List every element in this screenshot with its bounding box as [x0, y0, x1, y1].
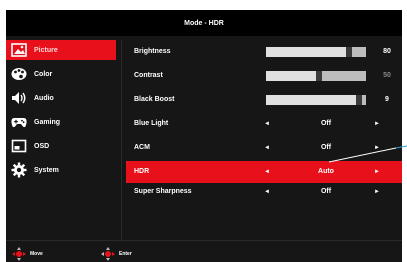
slider-handle[interactable] [346, 47, 352, 57]
navigation-joystick-icon [101, 247, 115, 261]
setting-value: Off [320, 188, 332, 195]
sidebar-item-label: System [34, 166, 59, 174]
footer-divider [6, 240, 402, 241]
arrow-left-icon[interactable]: ◄ [264, 181, 270, 203]
arrow-left-icon[interactable]: ◄ [264, 161, 270, 183]
brightness-slider[interactable] [266, 47, 366, 57]
sidebar-item-osd[interactable]: OSD [6, 136, 116, 156]
gear-icon [11, 162, 27, 178]
setting-label: HDR [134, 168, 150, 175]
slider-fill [266, 95, 356, 105]
setting-label: Super Sharpness [134, 188, 192, 195]
setting-value: Off [320, 144, 332, 151]
sidebar-item-color[interactable]: Color [6, 64, 116, 84]
enter-hint: Enter [101, 246, 132, 262]
sidebar-item-label: Color [34, 70, 53, 78]
setting-row-acm[interactable]: ACM ◄ Off ► [126, 137, 402, 159]
move-hint: Move [12, 246, 43, 262]
slider-fill [266, 47, 346, 57]
setting-label: Contrast [134, 72, 163, 79]
setting-row-blue-light[interactable]: Blue Light ◄ Off ► [126, 113, 402, 135]
setting-value: Off [320, 120, 332, 127]
setting-value: 50 [383, 72, 391, 79]
palette-icon [11, 66, 27, 82]
hint-label: Enter [119, 251, 132, 257]
sidebar-item-picture[interactable]: Picture [6, 40, 116, 60]
arrow-left-icon[interactable]: ◄ [264, 113, 270, 135]
setting-label: Brightness [134, 48, 171, 55]
arrow-right-icon[interactable]: ► [374, 181, 380, 203]
gamepad-icon [11, 114, 27, 130]
osd-window-icon [11, 138, 27, 154]
setting-row-super-sharpness[interactable]: Super Sharpness ◄ Off ► [126, 181, 402, 203]
navigation-joystick-icon [12, 247, 26, 261]
footer: Move Enter [6, 246, 402, 262]
setting-row-hdr[interactable]: HDR ◄ Auto ► [126, 161, 402, 183]
sidebar-item-gaming[interactable]: Gaming [6, 112, 116, 132]
sidebar-item-system[interactable]: System [6, 160, 116, 180]
arrow-left-icon[interactable]: ◄ [264, 137, 270, 159]
osd-menu: Mode - HDR Picture Color Audio Gaming OS… [6, 10, 402, 262]
slider-handle[interactable] [356, 95, 362, 105]
sidebar-item-label: Picture [34, 46, 58, 54]
sidebar-item-label: OSD [34, 142, 50, 150]
slider-handle[interactable] [316, 71, 322, 81]
menu-title: Mode - HDR [6, 10, 402, 36]
setting-row-black-boost[interactable]: Black Boost 9 [126, 89, 402, 111]
setting-label: ACM [134, 144, 150, 151]
black-boost-slider[interactable] [266, 95, 366, 105]
picture-icon [11, 42, 27, 58]
arrow-right-icon[interactable]: ► [374, 137, 380, 159]
sidebar-item-label: Audio [34, 94, 54, 102]
setting-value: 80 [383, 48, 391, 55]
setting-row-brightness[interactable]: Brightness 80 [126, 41, 402, 63]
arrow-right-icon[interactable]: ► [374, 113, 380, 135]
setting-row-contrast[interactable]: Contrast 50 [126, 65, 402, 87]
setting-label: Blue Light [134, 120, 169, 127]
setting-value: 9 [385, 96, 389, 103]
hint-label: Move [30, 251, 43, 257]
sidebar-item-audio[interactable]: Audio [6, 88, 116, 108]
speaker-icon [11, 90, 27, 106]
sidebar-item-label: Gaming [34, 118, 61, 126]
setting-value: Auto [318, 168, 334, 175]
setting-label: Black Boost [134, 96, 175, 103]
contrast-slider[interactable] [266, 71, 366, 81]
column-divider [121, 40, 122, 240]
slider-fill [266, 71, 316, 81]
arrow-right-icon[interactable]: ► [374, 161, 380, 183]
